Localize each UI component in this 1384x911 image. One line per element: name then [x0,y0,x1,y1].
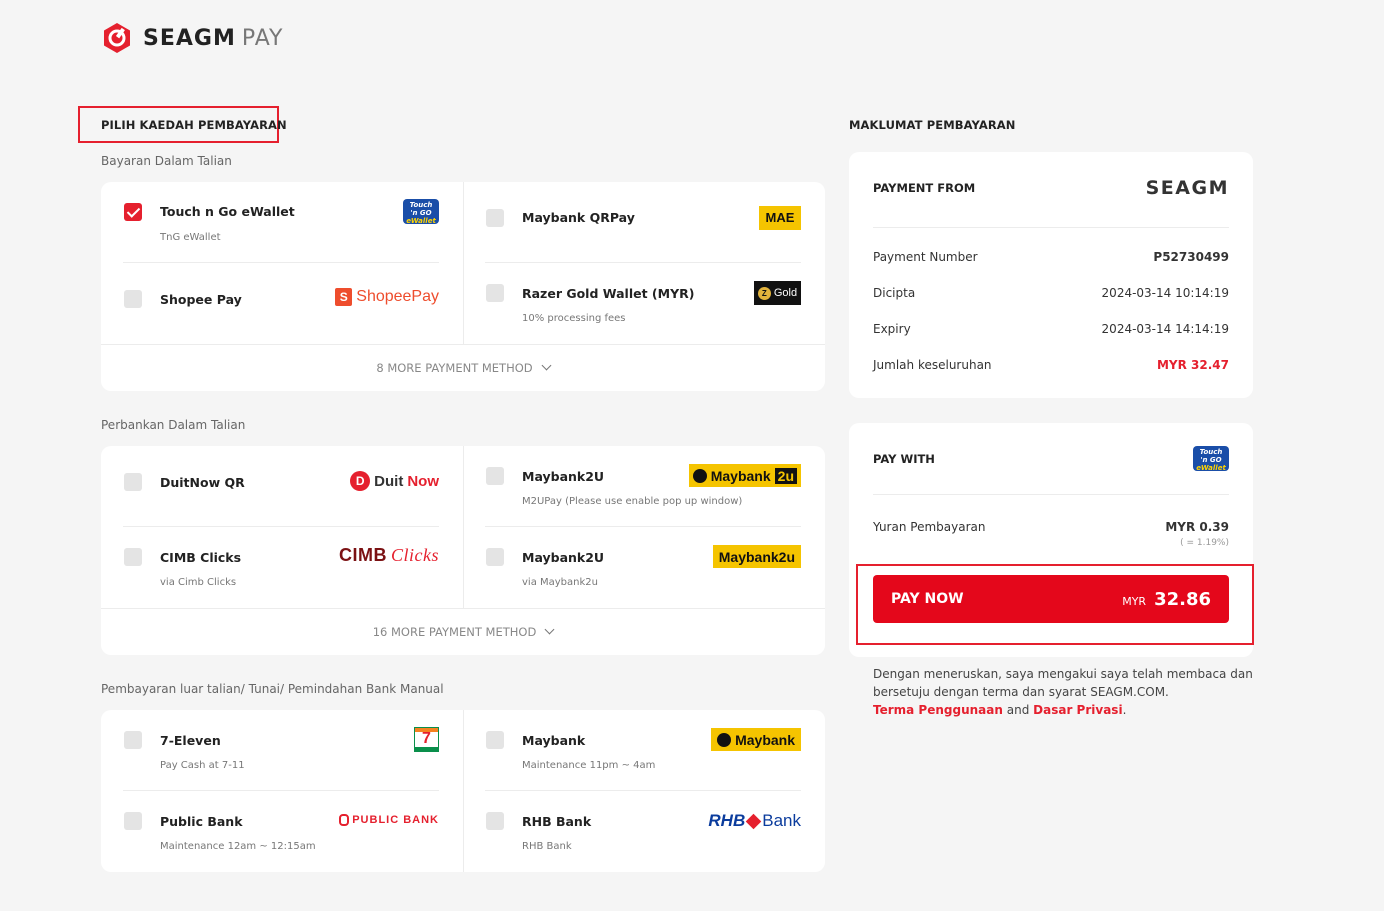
payment-option-duitnow[interactable]: DuitNow QR D Duit Now [101,446,463,527]
option-name: DuitNow QR [160,475,245,490]
checkbox[interactable] [486,731,504,749]
chevron-down-icon [541,360,552,371]
checkbox[interactable] [486,284,504,302]
mae-logo: MAE [759,206,801,230]
payment-option-maybank[interactable]: Maybank Maintenance 11pm ~ 4am Maybank [463,710,825,791]
option-sub: Maintenance 11pm ~ 4am [522,760,656,771]
detail-row-expiry: Expiry 2024-03-14 14:14:19 [873,322,1229,336]
fee-row: Yuran Pembayaran MYR 0.39 [873,520,1229,534]
detail-row-created: Dicipta 2024-03-14 10:14:19 [873,286,1229,300]
payment-card-banking: DuitNow QR D Duit Now Maybank2U M2UPay (Pl… [101,446,825,655]
duitnow-logo: D Duit Now [350,471,439,491]
pay-with-label: PAY WITH [873,452,935,466]
payment-card-online: Touch n Go eWallet TnG eWallet Touch'n G… [101,182,825,391]
option-name: Razer Gold Wallet (MYR) [522,286,695,301]
option-name: 7-Eleven [160,733,221,748]
maybank-logo: Maybank [711,728,801,751]
group-label-online-banking: Perbankan Dalam Talian [101,418,246,432]
seven-eleven-logo: 7 [414,727,439,752]
checkbox[interactable] [124,731,142,749]
option-name: CIMB Clicks [160,550,242,565]
chevron-down-icon [544,624,555,635]
more-label: 16 MORE PAYMENT METHOD [372,624,537,639]
payment-info-panel: PAYMENT FROM SEAGM Payment Number P527304… [849,152,1253,398]
payment-option-maybank-qrpay[interactable]: Maybank QRPay MAE [463,182,825,263]
option-sub: Maintenance 12am ~ 12:15am [160,841,316,852]
payment-option-rhb-bank[interactable]: RHB Bank RHB Bank RHB Bank [463,791,825,872]
checkbox[interactable] [486,209,504,227]
payment-from-label: PAYMENT FROM [873,181,976,195]
cimb-clicks-logo: CIMB Clicks [339,545,439,565]
tng-logo: Touch'n GO eWallet [403,199,439,225]
payment-option-touchngo[interactable]: Touch n Go eWallet TnG eWallet Touch'n G… [101,182,463,263]
section-title-payment-method: PILIH KAEDAH PEMBAYARAN [101,118,287,132]
option-sub: 10% processing fees [522,313,626,324]
option-name: Public Bank [160,814,243,829]
payment-option-public-bank[interactable]: Public Bank Maintenance 12am ~ 12:15am P… [101,791,463,872]
option-name: Maybank [522,733,586,748]
maybank2u-logo: Maybank2u [688,464,801,487]
option-name: Shopee Pay [160,292,242,307]
payment-option-razer-gold[interactable]: Razer Gold Wallet (MYR) 10% processing f… [463,263,825,344]
legal-notice: Dengan meneruskan, saya mengakui saya te… [873,667,1253,717]
detail-row-payment-number: Payment Number P52730499 [873,250,1229,264]
payment-option-maybank2u[interactable]: Maybank2U via Maybank2u Maybank2u [463,527,825,608]
maybank2u-logo: Maybank2u [712,545,801,568]
checkbox-checked[interactable] [124,203,142,221]
option-sub: via Maybank2u [522,577,598,588]
payment-option-maybank2u-m2upay[interactable]: Maybank2U M2UPay (Please use enable pop … [463,446,825,527]
group-label-offline: Pembayaran luar talian/ Tunai/ Pemindaha… [101,682,444,696]
pay-now-amount: MYR 32.86 [1122,588,1211,610]
razer-gold-logo: Z Gold [754,281,801,305]
tng-logo: Touch'n GO eWallet [1193,446,1229,472]
seagm-pay-logo[interactable]: SEAGM PAY [101,22,284,54]
option-name: Maybank2U [522,469,605,484]
logo-text: SEAGM PAY [143,25,284,51]
option-sub: RHB Bank [522,841,572,852]
checkbox[interactable] [486,812,504,830]
pay-now-button[interactable]: PAY NOW MYR 32.86 [873,575,1229,623]
shopeepay-logo: S ShopeePay [335,288,439,306]
checkbox[interactable] [486,467,504,485]
checkbox[interactable] [486,548,504,566]
section-title-payment-info: MAKLUMAT PEMBAYARAN [849,118,1016,132]
privacy-link[interactable]: Dasar Privasi [1033,703,1122,717]
detail-row-total: Jumlah keseluruhan MYR 32.47 [873,358,1229,372]
more-payment-methods-online[interactable]: 8 MORE PAYMENT METHOD [101,344,825,390]
checkbox[interactable] [124,290,142,308]
terms-link[interactable]: Terma Penggunaan [873,703,1003,717]
fee-percent-note: ( = 1.19%) [1180,538,1229,548]
option-sub: M2UPay (Please use enable pop up window) [522,496,743,507]
seagm-merchant-logo: SEAGM [1145,177,1229,199]
option-sub: Pay Cash at 7-11 [160,760,245,771]
checkbox[interactable] [124,548,142,566]
option-name: Maybank2U [522,550,605,565]
more-label: 8 MORE PAYMENT METHOD [376,360,533,375]
rhb-bank-logo: RHB Bank [708,811,801,830]
payment-option-cimb-clicks[interactable]: CIMB Clicks via Cimb Clicks CIMB Clicks [101,527,463,608]
option-name: RHB Bank [522,814,592,829]
option-sub: TnG eWallet [160,232,221,243]
option-name: Maybank QRPay [522,210,635,225]
option-sub: via Cimb Clicks [160,577,237,588]
payment-option-shopee-pay[interactable]: Shopee Pay S ShopeePay [101,263,463,344]
more-payment-methods-banking[interactable]: 16 MORE PAYMENT METHOD [101,608,825,654]
public-bank-logo: PUBLIC BANK [339,814,439,826]
payment-option-seven-eleven[interactable]: 7-Eleven Pay Cash at 7-11 7 [101,710,463,791]
group-label-online-payment: Bayaran Dalam Talian [101,154,232,168]
seagm-hexagon-icon [104,23,130,53]
option-name: Touch n Go eWallet [160,204,295,219]
checkbox[interactable] [124,812,142,830]
pay-now-label: PAY NOW [891,591,964,607]
checkbox[interactable] [124,473,142,491]
payment-card-offline: 7-Eleven Pay Cash at 7-11 7 Maybank Main… [101,710,825,872]
